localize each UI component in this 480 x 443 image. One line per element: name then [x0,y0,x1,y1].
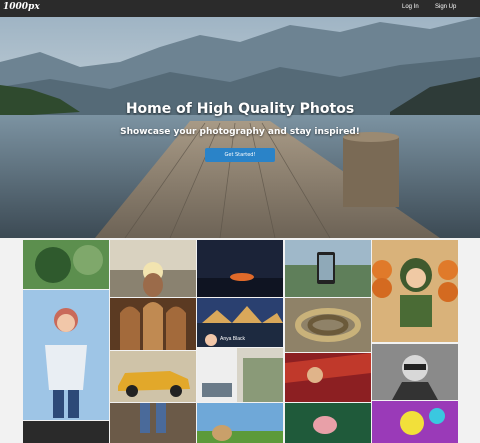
photo-image [110,351,196,402]
gallery-photo-sunset-hand[interactable] [110,240,196,297]
signup-link[interactable]: Sign Up [435,4,456,10]
login-link[interactable]: Log In [402,4,419,10]
photo-image [372,401,458,443]
gallery-photo-night-fire[interactable] [197,240,283,297]
photo-image [372,344,458,400]
get-started-button[interactable]: Get Started! [205,148,275,162]
hero-banner: Home of High Quality Photos Showcase you… [0,17,480,238]
photo-image [110,403,196,443]
gallery-photo-child-pumpkins[interactable] [372,240,458,342]
top-navigation-bar: 1000px Log In Sign Up [0,0,480,17]
gallery-photo-cathedral[interactable] [110,298,196,350]
photo-image [285,298,371,352]
hero-subtitle: Showcase your photography and stay inspi… [120,127,360,137]
photo-image [197,240,283,297]
gallery-photo-phone-camera[interactable] [285,240,371,297]
gallery-photo-red-cloth[interactable] [285,353,371,402]
photo-image [23,290,109,420]
photo-image [110,240,196,297]
photo-image [285,403,371,443]
photo-image [110,298,196,350]
gallery-photo-colorful[interactable] [372,401,458,443]
gallery-photo-dark[interactable] [23,421,109,443]
photographer-name[interactable]: Anya Black [220,336,245,342]
photo-image [285,353,371,402]
gallery-photo-bw-portrait[interactable] [372,344,458,400]
photo-image [23,240,109,289]
gallery-photo-jeans[interactable] [110,403,196,443]
site-logo[interactable]: 1000px [3,2,40,12]
gallery-photo-snake[interactable] [285,298,371,352]
photo-image [372,240,458,342]
photo-image [285,240,371,297]
gallery-photo-flamingo[interactable] [285,403,371,443]
gallery-photo-yellow-car[interactable] [110,351,196,402]
gallery-photo-town-dusk[interactable]: Anya Black [197,298,283,347]
hero-title: Home of High Quality Photos [125,101,355,117]
gallery-photo-woman-portrait[interactable] [23,290,109,420]
photo-image [197,348,283,402]
gallery-photo-street[interactable] [197,348,283,402]
gallery-photo-dog[interactable] [197,403,283,443]
photo-image [197,403,283,443]
photo-image [23,421,109,443]
gallery-photo-forest[interactable] [23,240,109,289]
